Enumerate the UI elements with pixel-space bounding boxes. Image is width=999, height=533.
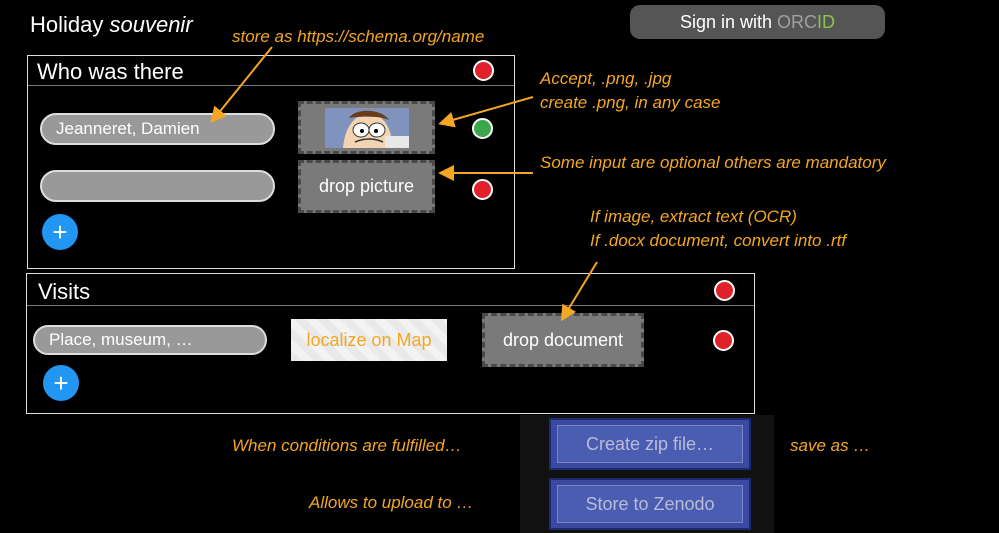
annotation-arrows — [210, 46, 598, 322]
arrow-accept — [438, 96, 534, 128]
arrow-schema — [210, 46, 273, 124]
arrow-ocr — [560, 261, 598, 322]
